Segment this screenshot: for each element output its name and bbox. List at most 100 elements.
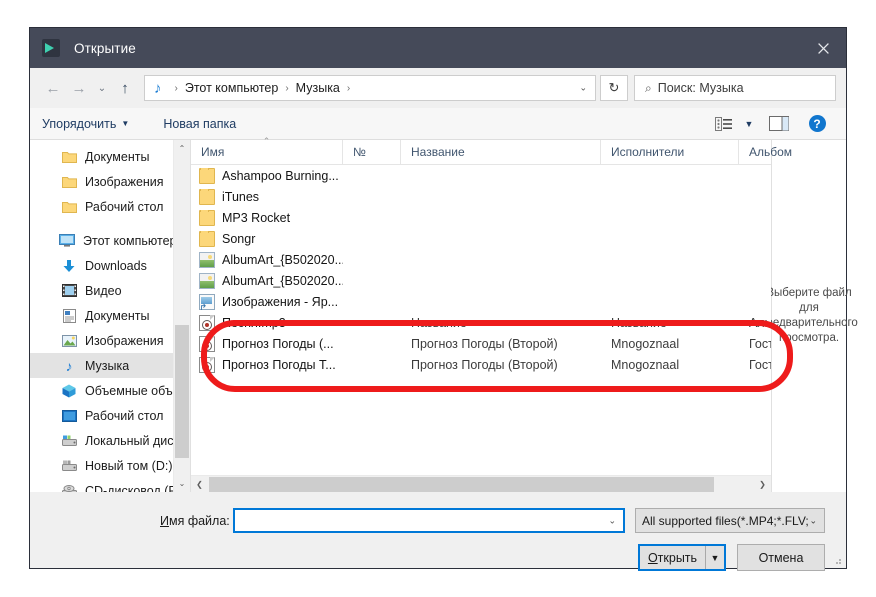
scrollbar-thumb[interactable]	[175, 325, 189, 458]
folder-icon	[199, 188, 215, 205]
table-row[interactable]: AlbumArt_{B502020...	[191, 270, 771, 291]
album-cell: Гостиница Космо	[749, 357, 771, 372]
column-header-name[interactable]: ⌃ Имя	[191, 136, 343, 165]
file-rows: Ashampoo Burning... iTunes MP3 Rocket So…	[191, 165, 771, 475]
file-name-input[interactable]: ⌄	[233, 508, 625, 533]
preview-pane-button[interactable]	[760, 111, 798, 137]
sidebar-item-this-pc[interactable]: Этот компьютер	[30, 228, 190, 253]
column-header-title[interactable]: Название	[401, 139, 601, 165]
recent-locations-button[interactable]: ⌄	[92, 74, 112, 102]
view-options-button[interactable]	[708, 111, 738, 137]
sidebar-item-label: Downloads	[85, 258, 147, 273]
column-header-album[interactable]: Альбом	[739, 140, 876, 165]
picture-icon	[199, 251, 215, 268]
scroll-down-icon[interactable]: ⌄	[174, 475, 190, 492]
breadcrumb-separator: ›	[285, 82, 289, 94]
refresh-button[interactable]: ↻	[600, 75, 628, 101]
scroll-right-icon[interactable]: ❯	[754, 476, 771, 493]
scrollbar-thumb[interactable]	[209, 477, 714, 492]
sidebar-item-label: Музыка	[85, 358, 130, 373]
sidebar-item-label: CD-дисковод (F	[85, 483, 177, 493]
preview-pane-icon	[769, 116, 789, 131]
sidebar-item-cd-drive-f[interactable]: CD-дисковод (F	[30, 478, 190, 492]
table-row[interactable]: Прогноз Погоды Т... Прогноз Погоды (Втор…	[191, 354, 771, 375]
media-file-icon	[199, 314, 215, 331]
sidebar-item-documents[interactable]: Документы	[30, 303, 190, 328]
chevron-down-icon: ⌄	[97, 82, 107, 94]
open-button[interactable]: Открыть ▼	[638, 544, 726, 571]
column-label: Альбом	[749, 145, 793, 159]
cancel-button[interactable]: Отмена	[737, 544, 825, 571]
sidebar-item-local-disk[interactable]: Локальный дис	[30, 428, 190, 453]
screenshot-root: Открытие ← → ⌄ ↑ ♪ › Этот компьютер › Му…	[0, 0, 876, 597]
pictures-icon	[60, 333, 78, 349]
command-bar: Упорядочить ▼ Новая папка ▼ ?	[30, 108, 846, 140]
shortcut-icon	[199, 293, 215, 310]
table-row[interactable]: Изображения - Яр...	[191, 291, 771, 312]
chevron-down-icon[interactable]: ⌄	[809, 515, 817, 526]
open-button-main[interactable]: Открыть	[640, 546, 705, 569]
open-dropdown-button[interactable]: ▼	[705, 546, 724, 569]
help-button[interactable]: ?	[800, 111, 834, 137]
sidebar-item-pictures-quick[interactable]: Изображения	[30, 169, 190, 194]
file-list-horizontal-scrollbar[interactable]: ❮ ❯	[191, 475, 771, 492]
resize-grip-icon[interactable]	[832, 555, 842, 565]
chevron-down-icon[interactable]: ⌄	[608, 515, 616, 526]
file-type-filter-select[interactable]: All supported files(*.MP4;*.FLV; ⌄	[635, 508, 825, 533]
table-row[interactable]: MP3 Rocket	[191, 207, 771, 228]
new-folder-button[interactable]: Новая папка	[163, 108, 236, 139]
media-file-icon	[199, 335, 215, 352]
column-header-track-number[interactable]: №	[343, 139, 401, 165]
download-icon	[60, 258, 78, 274]
close-button[interactable]	[800, 28, 846, 68]
open-label-mnemonic: О	[647, 550, 658, 565]
view-dropdown-button[interactable]: ▼	[740, 111, 758, 137]
address-dropdown-icon[interactable]: ⌄	[579, 83, 587, 94]
file-type-filter-value: All supported files(*.MP4;*.FLV;	[642, 513, 809, 528]
sidebar-item-music[interactable]: ♪ Музыка	[30, 353, 190, 378]
file-name-cell: Песня.mp3	[191, 314, 343, 331]
file-name-cell: iTunes	[191, 188, 343, 205]
breadcrumb-music[interactable]: Музыка	[296, 81, 340, 95]
sidebar-item-3d-objects[interactable]: Объемные объ	[30, 378, 190, 403]
up-button[interactable]: ↑	[112, 74, 138, 102]
table-row[interactable]: iTunes	[191, 186, 771, 207]
file-name: Прогноз Погоды (...	[222, 336, 334, 351]
folder-icon	[60, 199, 78, 215]
video-icon	[60, 283, 78, 299]
navigation-pane: Документы Изображения Рабочий стол Этот …	[30, 140, 190, 492]
sidebar-item-pictures[interactable]: Изображения	[30, 328, 190, 353]
picture-icon	[199, 272, 215, 289]
dialog-body: Документы Изображения Рабочий стол Этот …	[30, 136, 858, 492]
table-row[interactable]: Прогноз Погоды (... Прогноз Погоды (Втор…	[191, 333, 771, 354]
sidebar-item-videos[interactable]: Видео	[30, 278, 190, 303]
column-header-artists[interactable]: Исполнители	[601, 139, 739, 165]
file-name-cell: AlbumArt_{B502020...	[191, 251, 343, 268]
address-bar[interactable]: ♪ › Этот компьютер › Музыка › ⌄	[144, 75, 596, 101]
table-row[interactable]: Songr	[191, 228, 771, 249]
table-row[interactable]: Ashampoo Burning...	[191, 165, 771, 186]
hard-drive-icon	[60, 458, 78, 474]
sidebar-item-desktop[interactable]: Рабочий стол	[30, 403, 190, 428]
scroll-left-icon[interactable]: ❮	[191, 476, 208, 493]
cancel-label: Отмена	[758, 550, 804, 565]
sidebar-vertical-scrollbar[interactable]: ⌃ ⌄	[173, 140, 190, 492]
organize-button[interactable]: Упорядочить ▼	[42, 108, 129, 139]
table-row[interactable]: Песня.mp3 Название Название Альбом	[191, 312, 771, 333]
scroll-up-icon[interactable]: ⌃	[174, 140, 190, 157]
new-folder-label: Новая папка	[163, 116, 237, 131]
sidebar-item-downloads[interactable]: Downloads	[30, 253, 190, 278]
refresh-icon: ↻	[608, 80, 620, 95]
back-button[interactable]: ←	[40, 74, 66, 102]
breadcrumb-this-pc[interactable]: Этот компьютер	[185, 81, 278, 95]
sidebar-item-documents-quick[interactable]: Документы	[30, 144, 190, 169]
forward-button[interactable]: →	[66, 74, 92, 102]
sidebar-item-new-volume-d[interactable]: Новый том (D:)	[30, 453, 190, 478]
search-box[interactable]: ⌕ Поиск: Музыка	[634, 75, 836, 101]
music-note-icon: ♪	[154, 79, 162, 97]
window-title: Открытие	[74, 40, 136, 56]
table-row[interactable]: AlbumArt_{B502020...	[191, 249, 771, 270]
file-list-pane: ⌃ Имя № Название Исполнители Альбом Asha…	[191, 136, 792, 492]
search-placeholder: Поиск: Музыка	[657, 81, 744, 95]
sidebar-item-desktop-quick[interactable]: Рабочий стол	[30, 194, 190, 219]
